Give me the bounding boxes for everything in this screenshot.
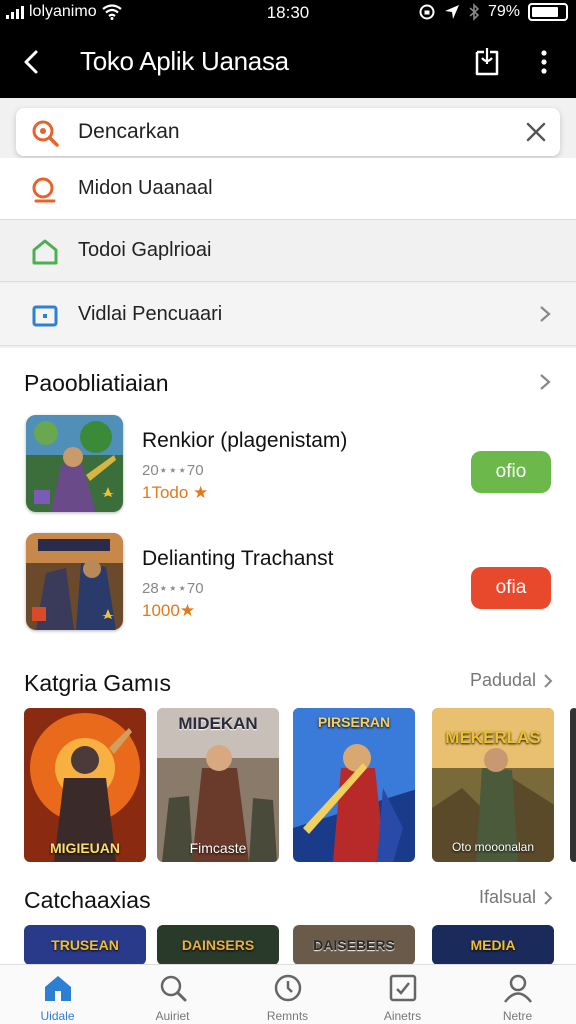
suggestion-label: Todoi Gaplrioai <box>78 239 212 261</box>
suggestion-label: Vidlai Pencuaari <box>78 303 223 325</box>
search-value[interactable]: Dencarkan <box>78 120 180 144</box>
suggestion-item[interactable]: Midon Uaanaal <box>0 158 576 220</box>
clear-icon[interactable] <box>524 120 548 144</box>
game-card[interactable]: MEDIA <box>432 925 554 965</box>
app-rating: 1000★ <box>142 601 196 620</box>
see-all-label: Padudal <box>469 670 536 690</box>
page-title: Toko Aplik Uanasa <box>80 46 289 76</box>
nav-label: Netre <box>502 1009 533 1023</box>
card-top-label: TRUSEAN <box>51 937 119 953</box>
card-top-label: DAISEBERS <box>313 937 395 953</box>
suggestion-label: Midon Uaanaal <box>78 177 213 199</box>
app-row[interactable]: Renkior (plagenistam) 20⋆⋆⋆70 1Todo ★ of… <box>0 415 576 525</box>
nav-label: Ainetrs <box>383 1009 422 1023</box>
card-label: Oto mooonalan <box>451 840 535 854</box>
install-button[interactable]: ofio <box>471 451 551 493</box>
battery-percent: 79% <box>487 3 520 20</box>
search-icon <box>32 120 59 147</box>
nav-item-tasks[interactable]: Ainetrs <box>345 965 460 1024</box>
card-top-label: MEDIA <box>470 937 516 953</box>
card-top-label: MEKERLAS <box>445 728 541 747</box>
app-name: Delianting Trachanst <box>142 547 334 570</box>
chevron-right-icon <box>540 306 551 322</box>
nav-item-recent[interactable]: Remnts <box>230 965 345 1024</box>
section-title-categories: Katgria Gamıs <box>24 670 171 696</box>
nav-label: Remnts <box>266 1009 309 1023</box>
see-all-label: Ifalsual <box>478 887 536 907</box>
status-bar: lolyanimo 18:30 79% <box>0 0 576 26</box>
clock-icon <box>274 974 302 1002</box>
home-icon <box>32 239 58 265</box>
app-row[interactable]: Delianting Trachanst 28⋆⋆⋆70 1000★ ofia <box>0 533 576 643</box>
category-cards: MIGIEUAN MIDEKAN Fimcaste PIRSERAN MEKER… <box>0 708 576 868</box>
search-panel: Dencarkan Midon Uaanaal Todoi Gaplrioai … <box>0 98 576 348</box>
person-icon <box>504 974 532 1003</box>
card-label: MIGIEUAN <box>50 840 120 856</box>
nav-label: Auiriet <box>155 1009 190 1023</box>
app-icon <box>32 305 58 327</box>
status-right: 79% <box>418 3 568 21</box>
app-rating: 1Todo ★ <box>142 483 209 502</box>
section-title-popular: Paoobliatiaian <box>24 370 169 396</box>
category-card[interactable]: MIDEKAN Fimcaste <box>157 708 279 862</box>
back-arrow-icon[interactable] <box>18 46 46 78</box>
rotation-lock-icon <box>419 4 435 20</box>
checklist-icon <box>389 974 417 1002</box>
app-meta: 20⋆⋆⋆70 <box>142 462 204 479</box>
battery-icon <box>528 3 568 21</box>
share-icon[interactable] <box>472 46 502 78</box>
section-title-more: Catchaaxias <box>24 887 151 913</box>
see-all-link[interactable]: Padudal <box>470 670 554 691</box>
chevron-right-icon[interactable] <box>538 372 552 392</box>
app-bar: Toko Aplik Uanasa <box>0 26 576 98</box>
chevron-right-icon <box>544 673 553 688</box>
app-thumbnail <box>26 415 123 512</box>
category-card[interactable]: MIGIEUAN <box>24 708 146 862</box>
card-top-label: DAINSERS <box>181 937 255 953</box>
category-card-partial[interactable] <box>570 708 576 862</box>
bottom-nav: Uidale Auiriet Remnts Ainetrs Netre <box>0 964 576 1024</box>
home-icon <box>45 976 71 1001</box>
app-meta: 28⋆⋆⋆70 <box>142 580 204 597</box>
bluetooth-icon <box>469 3 480 21</box>
card-label: Fimcaste <box>189 840 247 856</box>
nav-item-search[interactable]: Auiriet <box>115 965 230 1024</box>
search-icon <box>160 975 187 1002</box>
nav-label: Uidale <box>40 1009 75 1023</box>
search-icon <box>32 177 56 203</box>
search-input[interactable]: Dencarkan <box>16 108 560 156</box>
chevron-right-icon <box>544 890 553 905</box>
app-thumbnail <box>26 533 123 630</box>
app-name: Renkior (plagenistam) <box>142 429 348 452</box>
suggestion-item[interactable]: Todoi Gaplrioai <box>0 220 576 282</box>
category-card[interactable]: PIRSERAN <box>293 708 415 862</box>
install-button[interactable]: ofia <box>471 567 551 609</box>
category-card[interactable]: MEKERLAS Oto mooonalan <box>432 708 554 862</box>
more-vert-icon[interactable] <box>534 46 554 78</box>
game-card[interactable]: DAINSERS <box>157 925 279 965</box>
card-top-label: PIRSERAN <box>317 714 391 730</box>
card-top-label: MIDEKAN <box>178 714 258 733</box>
more-cards: TRUSEAN DAINSERS DAISEBERS MEDIA <box>0 925 576 965</box>
nav-item-profile[interactable]: Netre <box>460 965 575 1024</box>
game-card[interactable]: TRUSEAN <box>24 925 146 965</box>
game-card[interactable]: DAISEBERS <box>293 925 415 965</box>
app-store-screen: lolyanimo 18:30 79% Toko Aplik Uanasa De… <box>0 0 576 1024</box>
nav-item-home[interactable]: Uidale <box>0 965 115 1024</box>
location-icon <box>444 5 459 19</box>
see-all-link[interactable]: Ifalsual <box>479 887 554 908</box>
suggestion-item[interactable]: Vidlai Pencuaari <box>0 284 576 346</box>
